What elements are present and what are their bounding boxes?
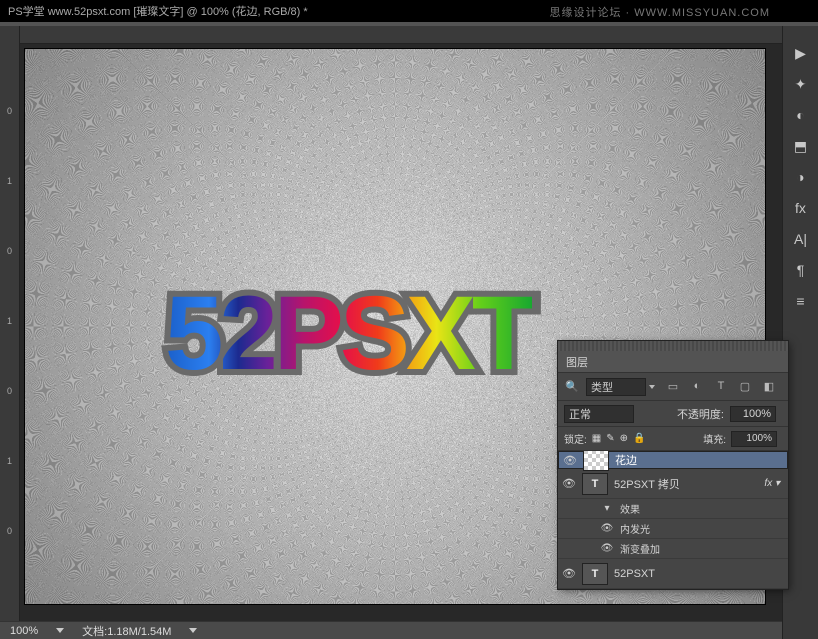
panel-icon[interactable]: fx (792, 199, 810, 217)
lock-label: 锁定: (564, 431, 587, 446)
ruler-horizontal[interactable] (20, 26, 782, 44)
visibility-toggle[interactable]: 👁 (600, 542, 614, 556)
panel-grip[interactable] (558, 341, 788, 351)
chevron-down-icon[interactable] (189, 628, 197, 633)
panel-icon[interactable]: ◑ (792, 168, 810, 186)
layer-name: 效果 (620, 501, 640, 516)
layer-row[interactable]: ▾ 效果 (558, 499, 788, 519)
tab-label: 图层 (566, 354, 588, 370)
ruler-mark: 1 (7, 176, 12, 186)
filter-icon[interactable]: ◐ (689, 380, 705, 393)
layer-thumb[interactable]: T (582, 563, 608, 585)
visibility-toggle[interactable]: 👁 (600, 522, 614, 536)
layer-row[interactable]: 👁 T 52PSXT 拷贝 fx ▾ (558, 469, 788, 499)
fill-label: 填充: (703, 431, 726, 446)
filter-icon[interactable]: ◧ (761, 380, 777, 393)
filter-type-select[interactable]: 类型 (586, 378, 646, 396)
lock-icon[interactable]: ⊕ (620, 433, 628, 444)
layers-tab[interactable]: 图层 (558, 351, 788, 373)
filter-icon[interactable]: ▢ (737, 380, 753, 393)
search-icon[interactable]: 🔍 (564, 380, 580, 393)
filter-label: 类型 (591, 379, 613, 395)
layer-filter-row: 🔍 类型 ▭ ◐ T ▢ ◧ (558, 373, 788, 401)
visibility-toggle[interactable]: 👁 (563, 453, 577, 467)
panel-icon[interactable]: ◐ (792, 106, 810, 124)
lock-icon[interactable]: 🔒 (633, 433, 645, 444)
chevron-down-icon[interactable] (649, 385, 655, 389)
ruler-mark: 0 (7, 106, 12, 116)
filter-icon[interactable]: ▭ (665, 380, 681, 393)
panel-icon[interactable]: ≡ (792, 292, 810, 310)
window-title: PS学堂 www.52psxt.com [璀璨文字] @ 100% (花边, R… (8, 3, 308, 19)
panel-icon[interactable]: ▶ (792, 44, 810, 62)
layer-name: 52PSXT (614, 568, 655, 580)
layer-row[interactable]: 👁 花边 (558, 451, 788, 469)
layer-list[interactable]: 👁 花边 👁 T 52PSXT 拷贝 fx ▾ ▾ 效果 👁 内发光 👁 渐变叠加 👁 T 52PSXT (558, 451, 788, 589)
panel-icon[interactable]: ¶ (792, 261, 810, 279)
ruler-mark: 1 (7, 456, 12, 466)
panel-icon[interactable]: ⬒ (792, 137, 810, 155)
status-bar: 100% 文档:1.18M/1.54M (0, 621, 782, 639)
fill-input[interactable]: 100% (731, 431, 777, 447)
text-gradient: 52PSXT (165, 275, 532, 392)
fill-value: 100% (746, 433, 772, 444)
layer-row[interactable]: 👁 T 52PSXT (558, 559, 788, 589)
blend-label: 正常 (569, 406, 591, 422)
chevron-down-icon[interactable] (56, 628, 64, 633)
layer-name: 花边 (615, 452, 637, 468)
ruler-mark: 1 (7, 316, 12, 326)
layer-thumb[interactable] (583, 451, 609, 471)
layers-panel[interactable]: 图层 🔍 类型 ▭ ◐ T ▢ ◧ 正常 不透明度: 100% 锁定: ▦ ✎ ⊕ 🔒 填充:… (558, 341, 788, 589)
blend-mode-select[interactable]: 正常 (564, 405, 634, 423)
layer-row[interactable]: 👁 内发光 (558, 519, 788, 539)
fx-badge[interactable]: fx ▾ (764, 478, 784, 489)
doc-size: 文档:1.18M/1.54M (82, 623, 171, 639)
opacity-label: 不透明度: (677, 406, 724, 422)
layer-row[interactable]: 👁 渐变叠加 (558, 539, 788, 559)
chevron-down-icon[interactable]: ▾ (600, 502, 614, 516)
ruler-mark: 0 (7, 386, 12, 396)
watermark: 思缘设计论坛 · WWW.MISSYUAN.COM (549, 4, 770, 20)
ruler-mark: 0 (7, 526, 12, 536)
visibility-toggle[interactable]: 👁 (562, 477, 576, 491)
opacity-input[interactable]: 100% (730, 406, 776, 422)
lock-icon[interactable]: ✎ (606, 433, 614, 444)
layer-name: 52PSXT 拷贝 (614, 476, 680, 492)
layer-thumb[interactable]: T (582, 473, 608, 495)
lock-icon[interactable]: ▦ (592, 433, 601, 444)
panel-icon[interactable]: A| (792, 230, 810, 248)
ruler-mark: 0 (7, 246, 12, 256)
opacity-value: 100% (743, 408, 771, 420)
zoom-level[interactable]: 100% (10, 625, 38, 637)
filter-icon[interactable]: T (713, 380, 729, 393)
visibility-toggle[interactable]: 👁 (562, 567, 576, 581)
layer-name: 渐变叠加 (620, 541, 660, 556)
ruler-vertical[interactable]: 0 1 0 1 0 1 0 (0, 26, 20, 621)
layer-name: 内发光 (620, 521, 650, 536)
artwork-text: 52PSXT 52PSXT (165, 274, 532, 394)
panel-icon[interactable]: ✦ (792, 75, 810, 93)
